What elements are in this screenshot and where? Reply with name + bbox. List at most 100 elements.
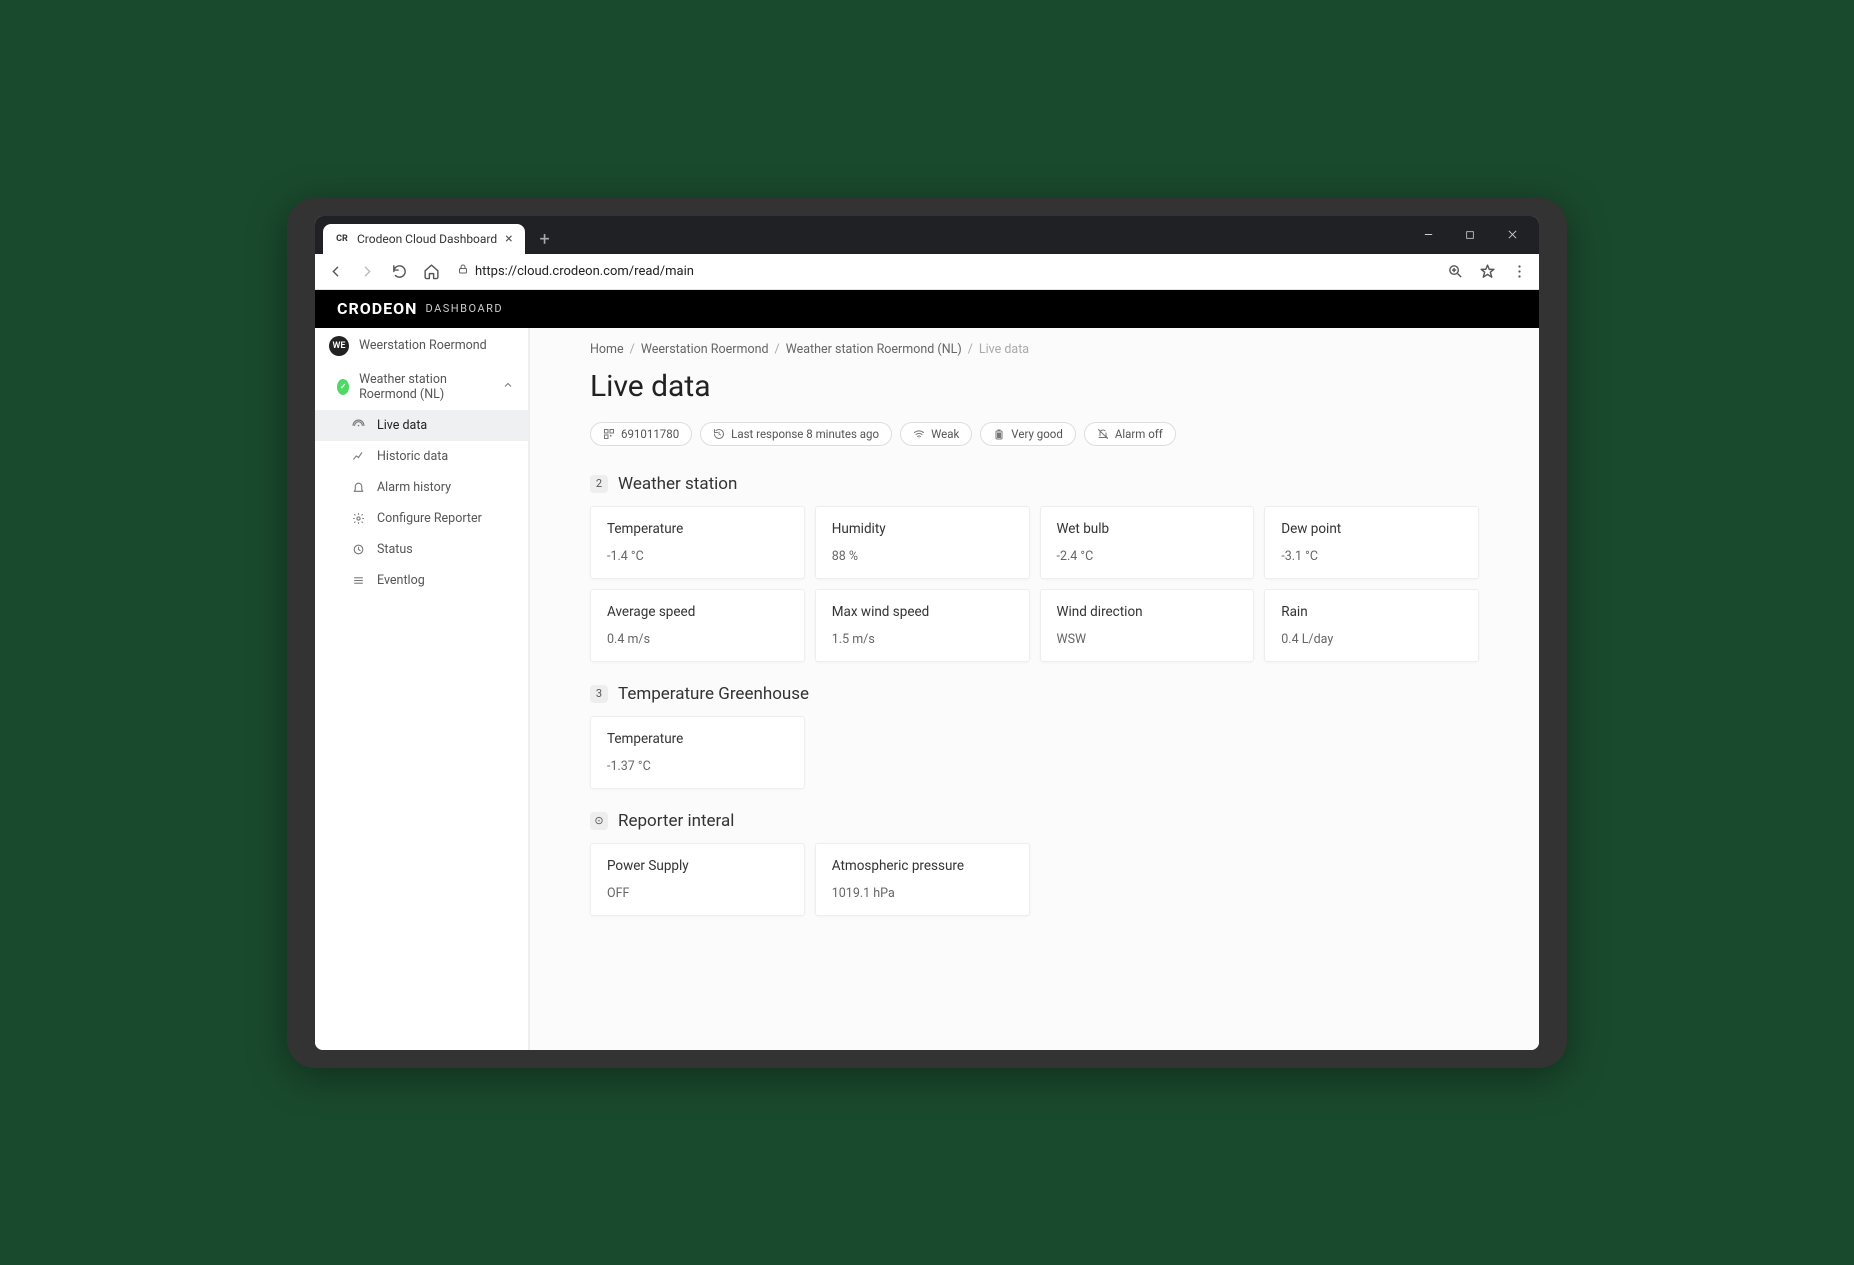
section-title: Temperature Greenhouse bbox=[618, 684, 809, 704]
sidebar-item-label: Eventlog bbox=[377, 573, 425, 588]
metric-card[interactable]: Temperature-1.4 °C bbox=[590, 506, 805, 579]
home-icon[interactable] bbox=[421, 261, 441, 281]
metric-label: Wet bulb bbox=[1057, 521, 1238, 537]
chevron-up-icon bbox=[502, 379, 514, 395]
section-badge: 3 bbox=[590, 685, 608, 703]
metric-card[interactable]: Temperature-1.37 °C bbox=[590, 716, 805, 789]
maximize-icon[interactable] bbox=[1449, 219, 1491, 251]
metric-label: Rain bbox=[1281, 604, 1462, 620]
back-icon[interactable] bbox=[325, 261, 345, 281]
breadcrumb-separator: / bbox=[968, 342, 973, 357]
section-header: 3 Temperature Greenhouse bbox=[590, 684, 1479, 704]
metric-label: Humidity bbox=[832, 521, 1013, 537]
metric-value: OFF bbox=[607, 886, 788, 901]
metric-card[interactable]: Power Supply OFF bbox=[590, 843, 805, 916]
star-icon[interactable] bbox=[1477, 261, 1497, 281]
project-avatar: WE bbox=[329, 336, 349, 356]
browser-tab[interactable]: CR Crodeon Cloud Dashboard × bbox=[323, 224, 525, 254]
metric-label: Dew point bbox=[1281, 521, 1462, 537]
brand-sub: DASHBOARD bbox=[425, 302, 503, 315]
app-body: WE Weerstation Roermond ✓ Weather statio… bbox=[315, 328, 1539, 1050]
metric-label: Temperature bbox=[607, 731, 788, 747]
app-header: CRODEON DASHBOARD bbox=[315, 290, 1539, 328]
card-grid: Temperature-1.4 °CHumidity88 % Wet bulb -2… bbox=[590, 506, 1479, 662]
broadcast-icon bbox=[351, 419, 365, 432]
sidebar-item-eventlog[interactable]: Eventlog bbox=[315, 565, 528, 596]
breadcrumb: Home / Weerstation Roermond / Weather statio… bbox=[590, 342, 1479, 357]
section-badge: ⊙ bbox=[590, 812, 608, 830]
menu-dots-icon[interactable] bbox=[1509, 261, 1529, 281]
metric-card[interactable]: Rain0.4 L/day bbox=[1264, 589, 1479, 662]
metric-label: Power Supply bbox=[607, 858, 788, 874]
metric-card[interactable]: Wind directionWSW bbox=[1040, 589, 1255, 662]
address-url[interactable]: https://cloud.crodeon.com/read/main bbox=[457, 263, 694, 279]
tablet-screen: CR Crodeon Cloud Dashboard × + bbox=[315, 216, 1539, 1050]
breadcrumb-link[interactable]: Weather station Roermond (NL) bbox=[786, 342, 962, 357]
metric-card[interactable]: Average speed0.4 m/s bbox=[590, 589, 805, 662]
breadcrumb-separator: / bbox=[775, 342, 780, 357]
sidebar-item-live-data[interactable]: Live data bbox=[315, 410, 528, 441]
sidebar-item-label: Configure Reporter bbox=[377, 511, 482, 526]
metric-card[interactable]: Wet bulb -2.4 °C bbox=[1040, 506, 1255, 579]
sidebar-project[interactable]: WE Weerstation Roermond bbox=[315, 328, 528, 364]
section-title: Reporter interal bbox=[618, 811, 734, 831]
metric-value: -2.4 °C bbox=[1057, 549, 1238, 564]
status-chip[interactable]: Last response 8 minutes ago bbox=[700, 422, 892, 446]
tablet-frame: CR Crodeon Cloud Dashboard × + bbox=[287, 198, 1567, 1068]
breadcrumb-link[interactable]: Home bbox=[590, 342, 624, 357]
metric-card[interactable]: Max wind speed 1.5 m/s bbox=[815, 589, 1030, 662]
sidebar-item-label: Status bbox=[377, 542, 413, 557]
section-header: 2 Weather station bbox=[590, 474, 1479, 494]
status-chips: 691011780 Last response 8 minutes ago Weak… bbox=[590, 422, 1479, 446]
qr-icon bbox=[603, 428, 615, 440]
section-header: ⊙ Reporter interal bbox=[590, 811, 1479, 831]
metric-value: 0.4 m/s bbox=[607, 632, 788, 647]
minimize-icon[interactable] bbox=[1407, 219, 1449, 251]
project-name: Weerstation Roermond bbox=[359, 338, 487, 353]
chip-label: 691011780 bbox=[621, 427, 679, 441]
metric-card[interactable]: Atmospheric pressure 1019.1 hPa bbox=[815, 843, 1030, 916]
window-controls bbox=[1407, 216, 1533, 254]
url-text: https://cloud.crodeon.com/read/main bbox=[475, 264, 694, 279]
metric-value: -3.1 °C bbox=[1281, 549, 1462, 564]
metric-label: Temperature bbox=[607, 521, 788, 537]
new-tab-button[interactable]: + bbox=[531, 226, 559, 254]
main-content: Home / Weerstation Roermond / Weather statio… bbox=[530, 328, 1539, 1050]
tab-favicon: CR bbox=[335, 232, 349, 246]
sections: 2Weather stationTemperature-1.4 °CHumidi… bbox=[590, 474, 1479, 916]
status-chip[interactable]: Very good bbox=[980, 422, 1076, 446]
close-tab-icon[interactable]: × bbox=[505, 231, 512, 247]
metric-value: 1019.1 hPa bbox=[832, 886, 1013, 901]
metric-value: 1.5 m/s bbox=[832, 632, 1013, 647]
page-title: Live data bbox=[590, 369, 1479, 404]
brand-logo: CRODEON bbox=[337, 299, 417, 318]
status-chip[interactable]: Weak bbox=[900, 422, 972, 446]
status-chip[interactable]: 691011780 bbox=[590, 422, 692, 446]
breadcrumb-link[interactable]: Weerstation Roermond bbox=[641, 342, 769, 357]
section-title: Weather station bbox=[618, 474, 737, 494]
sidebar-item-alarm-history[interactable]: Alarm history bbox=[315, 472, 528, 503]
clock-icon bbox=[351, 543, 365, 556]
metric-card[interactable]: Dew point -3.1 °C bbox=[1264, 506, 1479, 579]
sidebar-item-status[interactable]: Status bbox=[315, 534, 528, 565]
metric-label: Atmospheric pressure bbox=[832, 858, 1013, 874]
sidebar-item-label: Historic data bbox=[377, 449, 448, 464]
forward-icon[interactable] bbox=[357, 261, 377, 281]
reload-icon[interactable] bbox=[389, 261, 409, 281]
sidebar-item-configure-reporter[interactable]: Configure Reporter bbox=[315, 503, 528, 534]
chip-label: Very good bbox=[1011, 427, 1063, 441]
close-window-icon[interactable] bbox=[1491, 219, 1533, 251]
station-status-dot: ✓ bbox=[337, 379, 349, 395]
card-grid: Temperature-1.37 °C bbox=[590, 716, 1479, 789]
metric-card[interactable]: Humidity88 % bbox=[815, 506, 1030, 579]
zoom-icon[interactable] bbox=[1445, 261, 1465, 281]
metric-label: Max wind speed bbox=[832, 604, 1013, 620]
bell-off-icon bbox=[1097, 428, 1109, 440]
status-chip[interactable]: Alarm off bbox=[1084, 422, 1176, 446]
breadcrumb-separator: / bbox=[630, 342, 635, 357]
lock-icon bbox=[457, 263, 469, 279]
bell-icon bbox=[351, 481, 365, 494]
sidebar-station[interactable]: ✓ Weather station Roermond (NL) bbox=[315, 364, 528, 410]
section-badge: 2 bbox=[590, 475, 608, 493]
sidebar-item-historic-data[interactable]: Historic data bbox=[315, 441, 528, 472]
